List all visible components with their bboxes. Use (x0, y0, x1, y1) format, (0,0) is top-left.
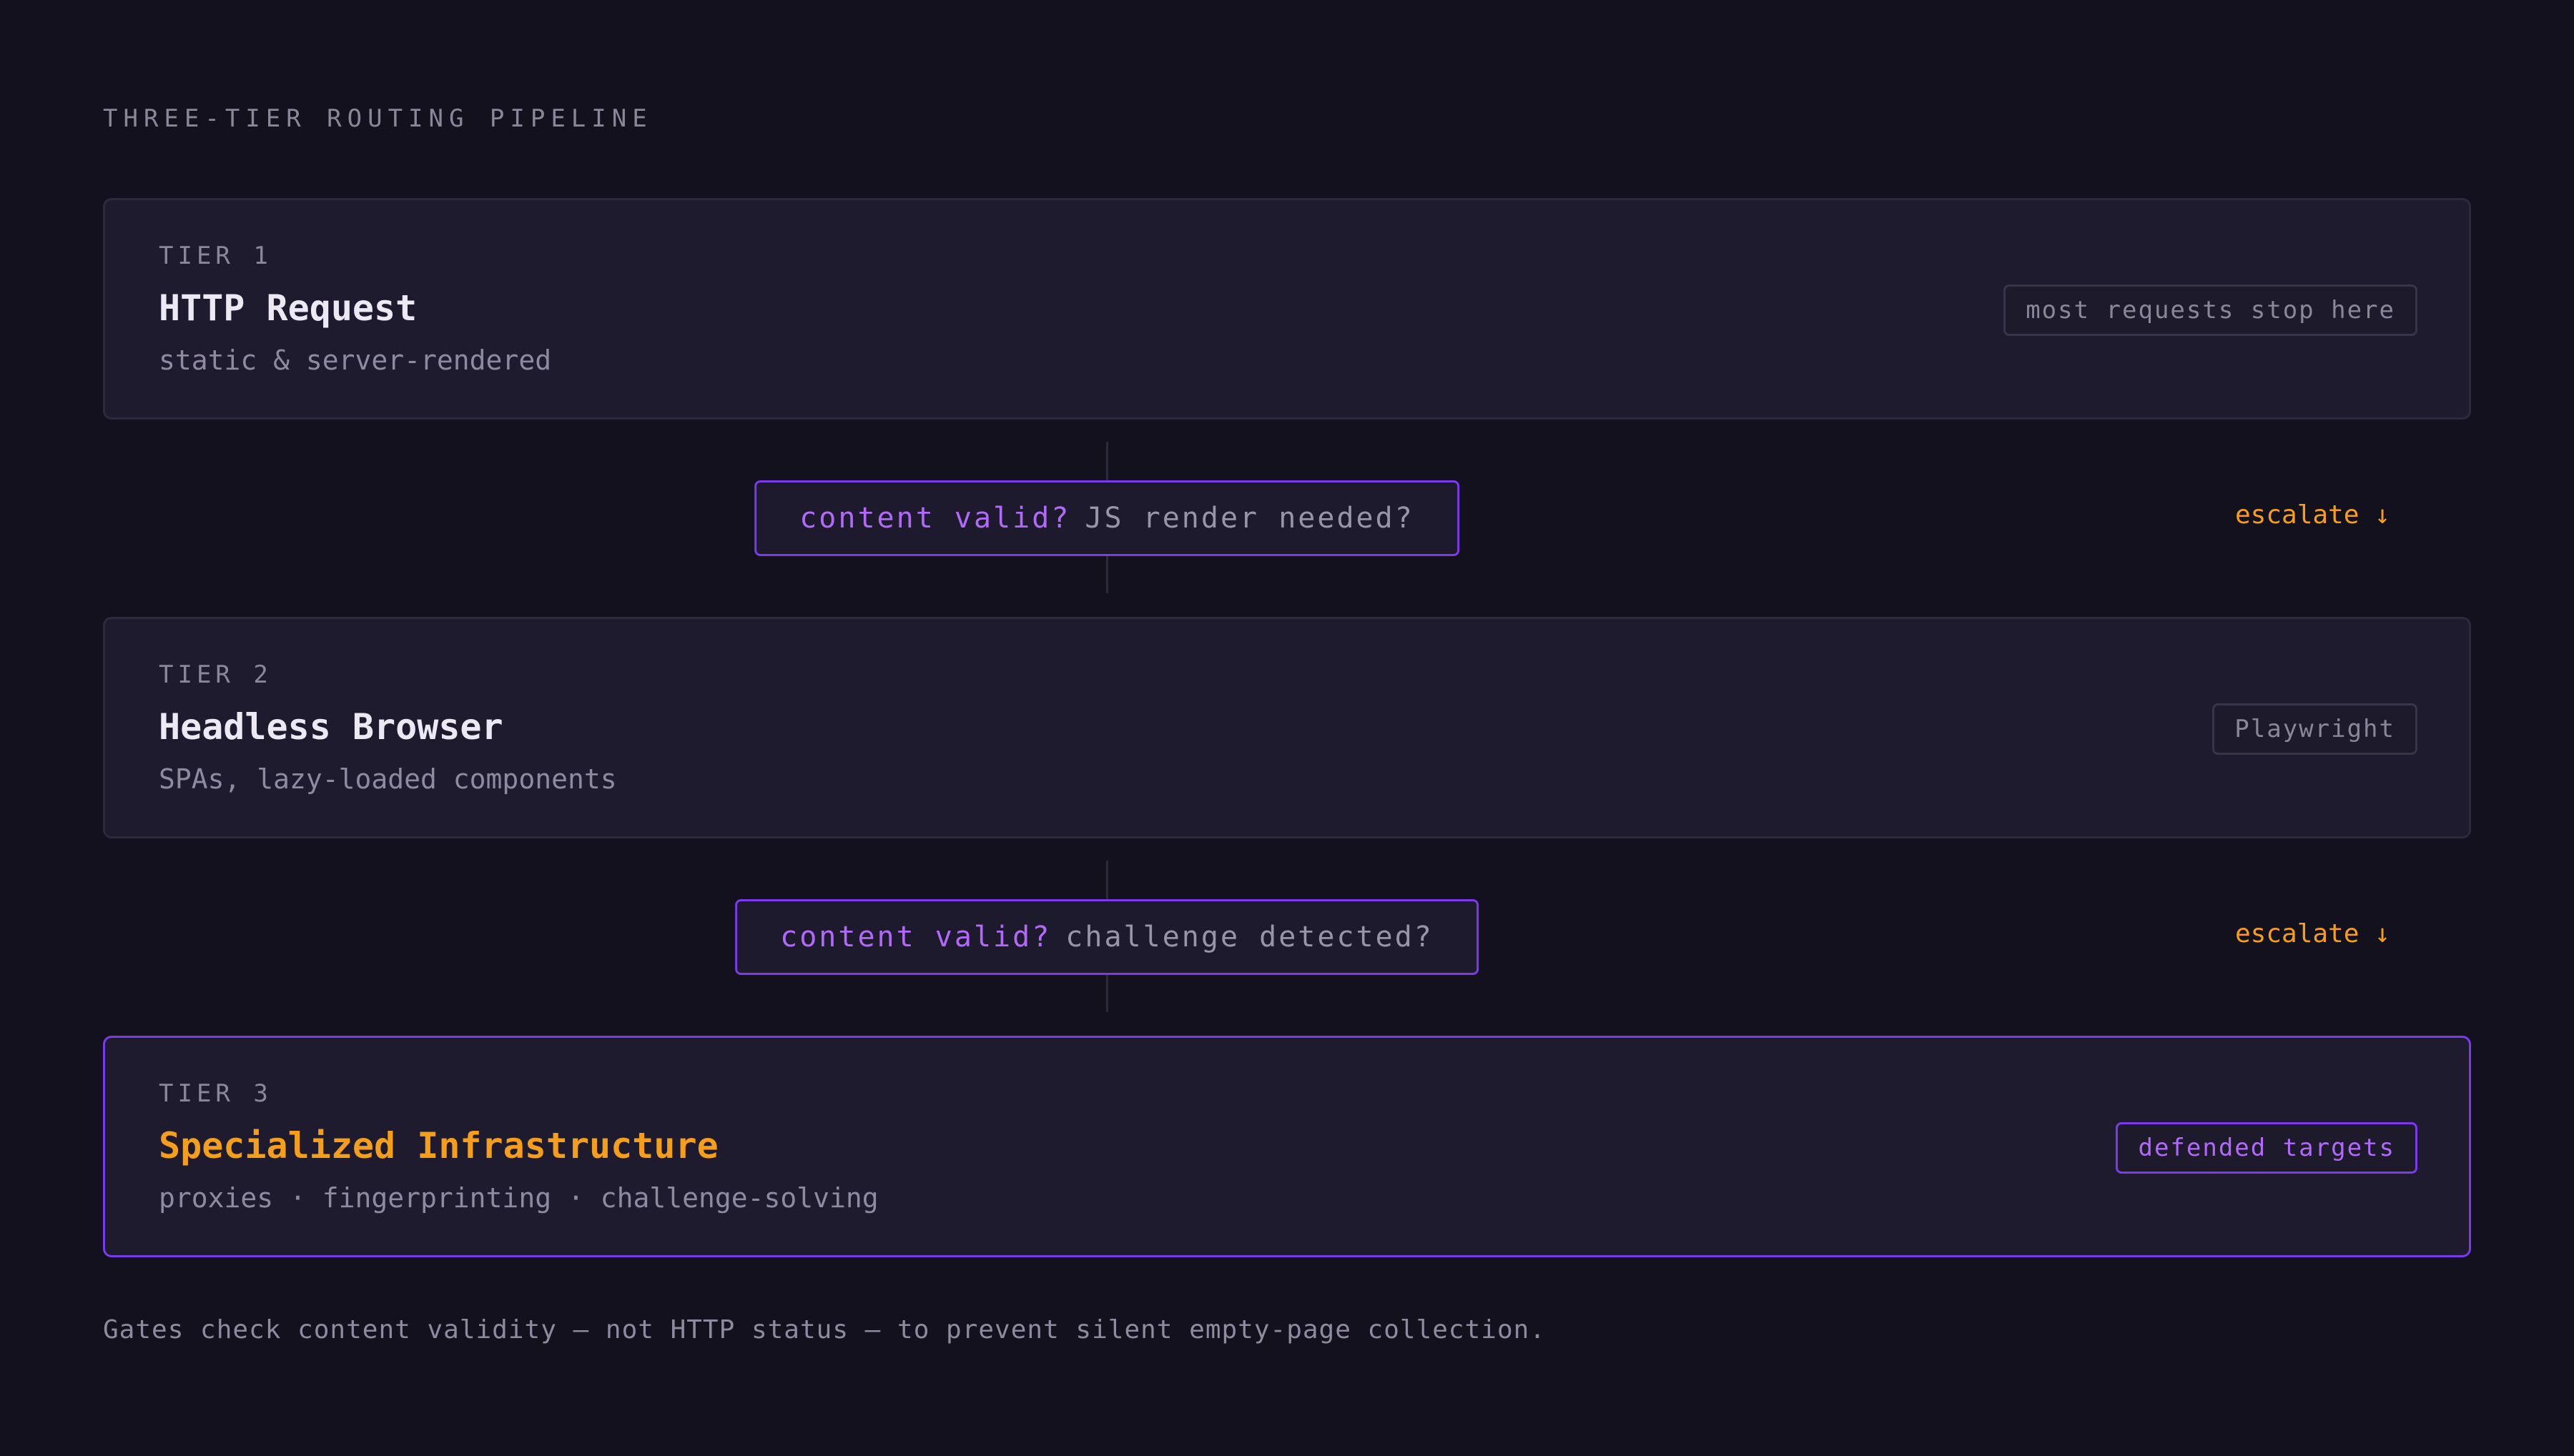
tier-badge: defended targets (2116, 1122, 2417, 1174)
tier-label: TIER 1 (159, 242, 272, 270)
gate-condition: challenge detected? (1065, 921, 1434, 954)
heading: THREE-TIER ROUTING PIPELINE (103, 104, 653, 133)
escalate-label: escalate ↓ (2235, 500, 2390, 530)
tier-title: HTTP Request (159, 287, 418, 329)
gate-check: content valid? (799, 502, 1071, 535)
tier-subtitle: static & server-rendered (159, 345, 552, 376)
escalate-label: escalate ↓ (2235, 919, 2390, 949)
gate-check: content valid? (780, 921, 1052, 954)
gate-1: content valid? JS render needed? (754, 480, 1459, 556)
tier-subtitle: SPAs, lazy-loaded components (159, 763, 617, 795)
tier-2-card: TIER 2 Headless Browser SPAs, lazy-loade… (103, 617, 2471, 838)
tier-badge: Playwright (2212, 703, 2417, 755)
tier-title: Headless Browser (159, 706, 503, 748)
tier-label: TIER 3 (159, 1079, 272, 1108)
tier-badge: most requests stop here (2003, 284, 2417, 336)
tier-title: Specialized Infrastructure (159, 1125, 719, 1167)
tier-label: TIER 2 (159, 660, 272, 689)
tier-subtitle: proxies · fingerprinting · challenge-sol… (159, 1182, 879, 1214)
tier-3-card: TIER 3 Specialized Infrastructure proxie… (103, 1036, 2471, 1257)
tier-1-card: TIER 1 HTTP Request static & server-rend… (103, 198, 2471, 420)
footnote: Gates check content validity — not HTTP … (103, 1315, 1546, 1344)
gate-2: content valid? challenge detected? (735, 899, 1479, 975)
gate-condition: JS render needed? (1085, 502, 1414, 535)
